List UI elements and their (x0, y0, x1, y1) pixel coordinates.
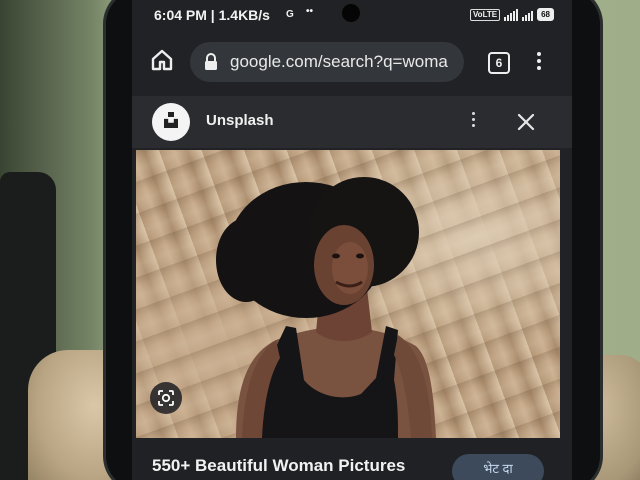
home-icon[interactable] (150, 48, 174, 72)
url-text[interactable]: google.com/search?q=woma (230, 52, 456, 72)
front-camera (342, 4, 360, 22)
more-vert-icon[interactable] (536, 52, 542, 74)
url-bar[interactable]: google.com/search?q=woma (190, 42, 464, 82)
tab-switcher-button[interactable]: 6 (488, 52, 510, 74)
browser-toolbar: google.com/search?q=woma 6 (132, 38, 572, 88)
site-name: Unsplash (206, 112, 274, 129)
lock-icon (205, 53, 217, 70)
close-icon[interactable] (516, 112, 536, 132)
visit-button[interactable]: भेट दा (452, 454, 544, 480)
status-g-indicator: G (286, 9, 294, 20)
status-bar: 6:04 PM | 1.4KB/s G •• VoLTE 68 (132, 0, 572, 32)
unsplash-logo-icon (152, 103, 190, 141)
result-title[interactable]: 550+ Beautiful Woman Pictures (152, 456, 405, 476)
custom-tab-menu-icon[interactable] (470, 112, 476, 134)
signal-icon-2 (522, 9, 534, 21)
status-more-indicator: •• (306, 6, 314, 17)
signal-icon (504, 8, 519, 21)
phone-screen: 6:04 PM | 1.4KB/s G •• VoLTE 68 google.c… (132, 0, 572, 480)
lens-icon (158, 390, 174, 406)
status-icons: VoLTE 68 (469, 8, 554, 21)
result-image[interactable] (136, 150, 560, 438)
lens-button[interactable] (150, 382, 182, 414)
result-info-bar: 550+ Beautiful Woman Pictures भेट दा (132, 440, 572, 480)
custom-tab-header: Unsplash (132, 96, 572, 148)
woman-portrait-figure (216, 177, 436, 438)
status-time-speed: 6:04 PM | 1.4KB/s (154, 7, 270, 23)
photo-of-phone-scene: 6:04 PM | 1.4KB/s G •• VoLTE 68 google.c… (0, 0, 640, 480)
battery-icon: 68 (537, 8, 554, 21)
volte-badge: VoLTE (469, 8, 501, 21)
